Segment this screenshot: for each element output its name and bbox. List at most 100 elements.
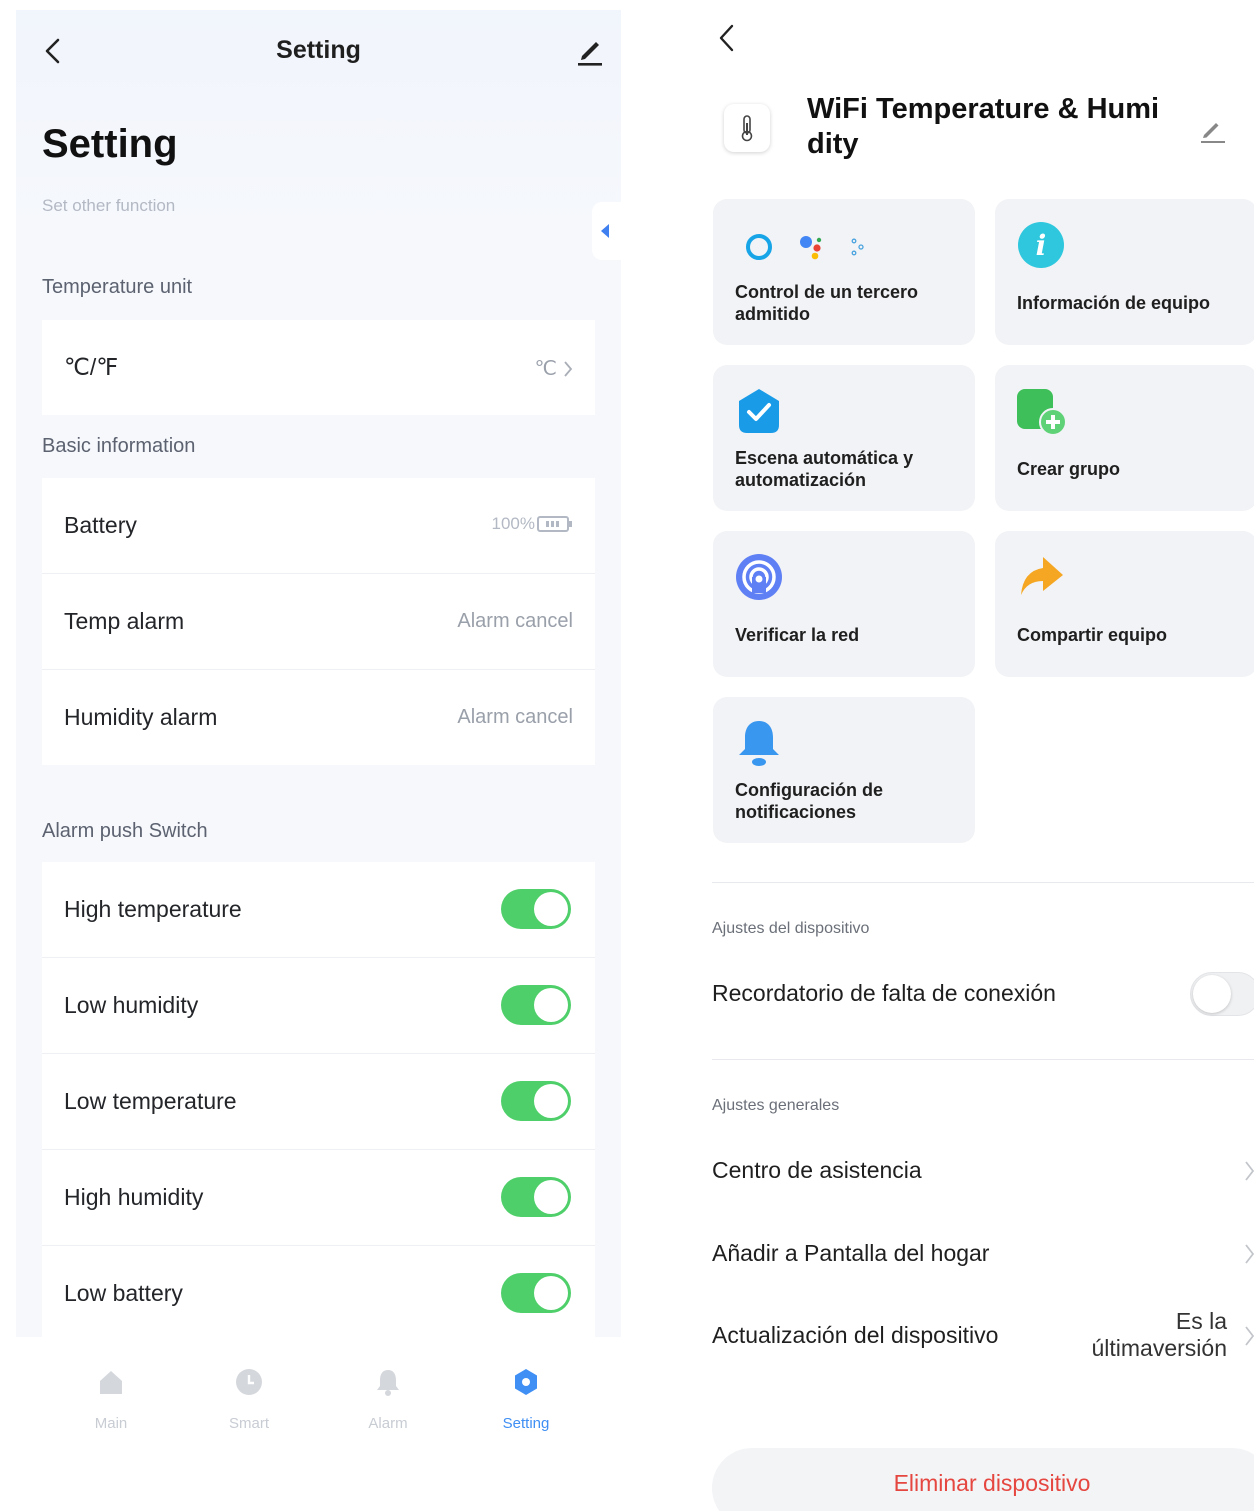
info-icon: i [1018, 222, 1064, 268]
switch-row-high-temperature: High temperature [42, 862, 595, 958]
nav-main[interactable]: Main [51, 1367, 171, 1432]
section-temperature-unit: Temperature unit [42, 276, 193, 298]
right-device-settings-screen: WiFi Temperature & Humi dity Control de … [692, 0, 1254, 1511]
tile-third-party-control[interactable]: Control de un tercero admitido [713, 199, 975, 345]
battery-label: Battery [64, 512, 137, 538]
update-status-line1: Es la [1175, 1308, 1227, 1334]
help-center-row[interactable]: Centro de asistencia [712, 1157, 922, 1184]
voice-assistants-icon [746, 234, 864, 260]
tile-label: Configuración de notificaciones [735, 780, 883, 822]
tile-share-device[interactable]: Compartir equipo [995, 531, 1254, 677]
temp-alarm-value: Alarm cancel [457, 610, 573, 632]
low-temperature-toggle[interactable] [501, 1081, 571, 1121]
settings-icon [515, 1369, 537, 1395]
home-icon [100, 1371, 122, 1394]
tile-label: Información de equipo [1017, 293, 1211, 313]
battery-row: Battery 100% [42, 478, 595, 574]
unit-label: ℃/℉ [64, 354, 119, 380]
section-alarm-push-switch: Alarm push Switch [42, 820, 208, 842]
divider [712, 882, 1254, 883]
svg-text:i: i [1036, 229, 1047, 262]
tile-notification-settings[interactable]: Configuración de notificaciones [713, 697, 975, 843]
battery-icon [537, 516, 572, 532]
tile-label: Verificar la red [735, 625, 860, 645]
high-humidity-toggle[interactable] [501, 1177, 571, 1217]
general-settings-header: Ajustes generales [712, 1097, 840, 1114]
tile-label: Escena automática y automatización [735, 448, 914, 490]
edit-pencil-icon[interactable] [1198, 116, 1228, 144]
clock-icon [236, 1369, 262, 1395]
offline-reminder-label: Recordatorio de falta de conexión [712, 980, 1056, 1006]
temperature-unit-card: ℃/℉ ℃ [42, 320, 595, 415]
check-shield-icon [739, 389, 779, 433]
group-add-icon [1017, 389, 1067, 436]
delete-device-label: Eliminar dispositivo [893, 1470, 1091, 1496]
chevron-right-icon [1245, 1161, 1254, 1181]
header-title: Setting [276, 36, 361, 64]
switch-row-low-humidity: Low humidity [42, 958, 595, 1054]
low-humidity-toggle[interactable] [501, 985, 571, 1025]
device-update-status: Es la últimaversión [1092, 1308, 1228, 1362]
tile-label: Control de un tercero admitido [735, 282, 919, 324]
high-temperature-toggle[interactable] [501, 889, 571, 929]
temperature-unit-row[interactable]: ℃/℉ ℃ [42, 320, 595, 415]
humidity-alarm-value: Alarm cancel [457, 706, 573, 728]
edit-pencil-icon[interactable] [574, 36, 606, 68]
temp-alarm-label: Temp alarm [64, 608, 185, 634]
switch-label: Low humidity [64, 992, 199, 1018]
low-battery-toggle[interactable] [501, 1273, 571, 1313]
tile-label: Compartir equipo [1017, 625, 1168, 645]
notification-bell-icon [739, 721, 779, 766]
nav-alarm[interactable]: Alarm [328, 1367, 448, 1432]
switch-label: High temperature [64, 896, 242, 922]
chevron-right-icon [1245, 1326, 1254, 1346]
nav-label: Smart [228, 1415, 269, 1432]
humidity-alarm-row[interactable]: Humidity alarm Alarm cancel [42, 670, 595, 765]
update-status-line2: últimaversión [1091, 1335, 1228, 1361]
nav-label: Main [94, 1415, 128, 1432]
add-to-home-screen-row[interactable]: Añadir a Pantalla del hogar [712, 1240, 989, 1267]
tile-label: Crear grupo [1017, 459, 1121, 479]
switch-row-low-temperature: Low temperature [42, 1054, 595, 1150]
unit-value: ℃ [535, 356, 573, 381]
battery-status: 100% [492, 514, 573, 534]
nav-smart[interactable]: Smart [189, 1367, 309, 1432]
chevron-right-icon [1245, 1244, 1254, 1264]
unit-value-text: ℃ [534, 358, 557, 380]
tile-check-network[interactable]: Verificar la red [713, 531, 975, 677]
section-basic-information: Basic information [42, 435, 196, 457]
nav-label: Setting [502, 1415, 550, 1432]
share-icon [1021, 557, 1063, 595]
switch-row-low-battery: Low battery [42, 1246, 595, 1337]
delete-device-button[interactable]: Eliminar dispositivo [712, 1448, 1254, 1511]
page-subtitle: Set other function [42, 196, 176, 215]
battery-percent: 100% [491, 514, 535, 533]
switch-label: High humidity [64, 1184, 204, 1210]
page-title: Setting [42, 122, 178, 166]
switch-label: Low temperature [64, 1088, 237, 1114]
chevron-right-icon [564, 360, 573, 377]
nav-setting[interactable]: Setting [466, 1367, 586, 1432]
tile-device-info[interactable]: i Información de equipo [995, 199, 1254, 345]
device-settings-header: Ajustes del dispositivo [712, 920, 870, 937]
tile-create-group[interactable]: Crear grupo [995, 365, 1254, 511]
network-icon [736, 554, 782, 600]
device-update-row[interactable]: Actualización del dispositivo [712, 1322, 998, 1349]
back-arrow-icon[interactable] [714, 22, 740, 54]
temp-alarm-row[interactable]: Temp alarm Alarm cancel [42, 574, 595, 670]
bottom-navigation: Main Smart Alarm Setting [16, 1337, 621, 1511]
thermometer-icon [741, 115, 753, 142]
device-thumbnail [724, 104, 770, 152]
device-name: WiFi Temperature & Humi dity [807, 93, 1160, 160]
tile-automation[interactable]: Escena automática y automatización [713, 365, 975, 511]
basic-information-card: Battery 100% Temp alarm Alarm cancel Hum… [42, 478, 595, 765]
offline-reminder-toggle[interactable] [1190, 972, 1254, 1016]
switch-label: Low battery [64, 1280, 183, 1306]
left-settings-screen: Setting Setting Set other function Tempe… [16, 10, 621, 1337]
alarm-switch-card: High temperature Low humidity Low temper… [42, 862, 595, 1337]
bell-icon [377, 1370, 399, 1396]
switch-row-high-humidity: High humidity [42, 1150, 595, 1246]
nav-label: Alarm [368, 1415, 408, 1432]
side-drawer-handle[interactable] [592, 202, 621, 260]
humidity-alarm-label: Humidity alarm [64, 704, 218, 730]
